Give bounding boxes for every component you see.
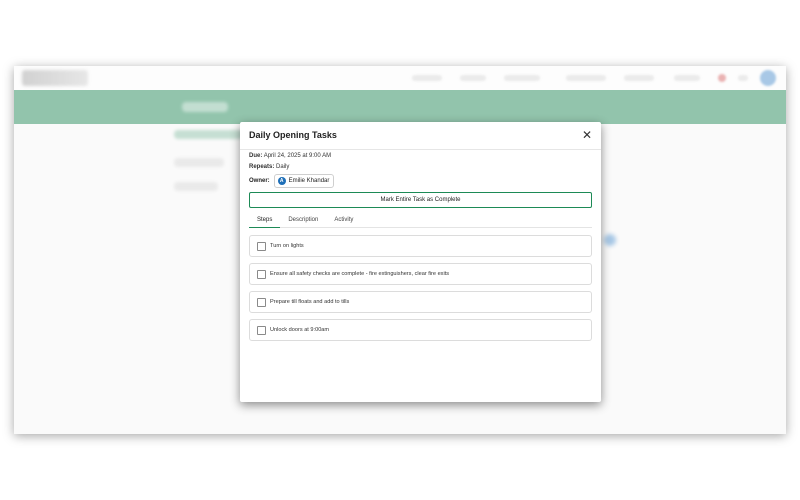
task-modal: Daily Opening Tasks ✕ Due: April 24, 202…: [240, 122, 601, 402]
owner-chip[interactable]: A Emilie Khandar: [273, 174, 335, 188]
tab-steps[interactable]: Steps: [249, 214, 281, 228]
step-checkbox[interactable]: [257, 297, 266, 307]
owner-label: Owner:: [249, 178, 270, 184]
repeats-label: Repeats:: [249, 164, 275, 170]
step-checkbox[interactable]: [257, 269, 266, 279]
list-item: Unlock doors at 9:00am: [249, 319, 592, 341]
owner-avatar: A: [277, 177, 286, 185]
tab-description[interactable]: Description: [280, 214, 326, 227]
modal-header: Daily Opening Tasks ✕: [240, 122, 601, 150]
mark-complete-button[interactable]: Mark Entire Task as Complete: [249, 192, 592, 208]
due-label: Due:: [249, 153, 263, 159]
owner-name: Emilie Khandar: [288, 178, 330, 184]
modal-title: Daily Opening Tasks: [249, 130, 337, 140]
list-item: Prepare till floats and add to tills: [249, 291, 592, 313]
step-checkbox[interactable]: [257, 241, 266, 251]
list-item: Ensure all safety checks are complete - …: [249, 263, 592, 285]
list-item: Turn on lights: [249, 235, 592, 257]
due-value: April 24, 2025 at 9:00 AM: [263, 153, 332, 159]
owner-row: Owner: A Emilie Khandar: [249, 174, 335, 188]
close-icon[interactable]: ✕: [581, 129, 593, 141]
due-row: Due: April 24, 2025 at 9:00 AM: [249, 153, 331, 159]
step-label: Prepare till floats and add to tills: [270, 299, 350, 305]
step-label: Turn on lights: [270, 243, 304, 249]
step-checkbox[interactable]: [257, 325, 266, 335]
tab-activity[interactable]: Activity: [326, 214, 361, 227]
tab-bar: Steps Description Activity: [249, 214, 592, 228]
repeats-row: Repeats: Daily: [249, 164, 289, 170]
step-label: Ensure all safety checks are complete - …: [270, 271, 450, 277]
step-label: Unlock doors at 9:00am: [270, 327, 330, 333]
repeats-value: Daily: [276, 164, 290, 170]
